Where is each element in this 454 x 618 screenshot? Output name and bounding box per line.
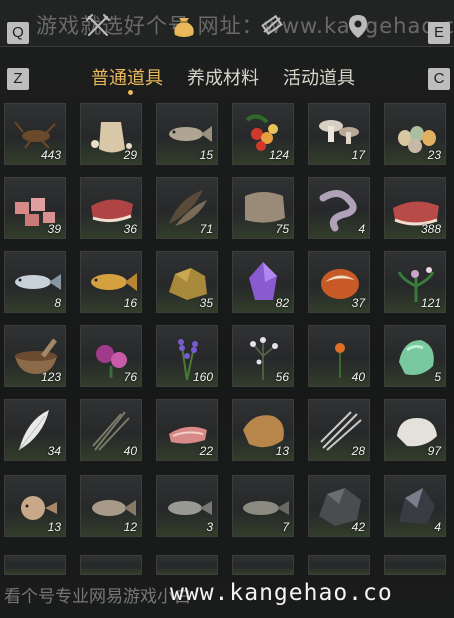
item-count: 23: [427, 148, 441, 162]
item-count: 34: [47, 444, 61, 458]
top-navigation-bar: 游戏就选好个号 网址：www.kangehao.com Q E: [0, 0, 454, 47]
inventory-slot[interactable]: 56: [232, 325, 294, 387]
tab-event-items[interactable]: 活动道具: [283, 64, 355, 90]
inventory-slot[interactable]: 15: [156, 103, 218, 165]
item-count: 388: [420, 222, 441, 236]
item-count: 4: [358, 222, 365, 236]
inventory-slot[interactable]: 12: [80, 475, 142, 537]
item-count: 15: [199, 148, 213, 162]
item-count: 8: [54, 296, 61, 310]
inventory-slot-partial[interactable]: [232, 555, 294, 575]
item-count: 42: [351, 520, 365, 534]
item-count: 22: [199, 444, 213, 458]
inventory-slot[interactable]: 17: [308, 103, 370, 165]
watermark-left-text: 看个号专业网易游戏小白: [4, 587, 191, 607]
item-count: 13: [275, 444, 289, 458]
inventory-slot[interactable]: 16: [80, 251, 142, 313]
item-count: 36: [123, 222, 137, 236]
inventory-slot-partial[interactable]: [80, 555, 142, 575]
pouch-icon[interactable]: [170, 12, 198, 40]
inventory-slot[interactable]: 3: [156, 475, 218, 537]
inventory-slot[interactable]: 8: [4, 251, 66, 313]
item-count: 7: [282, 520, 289, 534]
inventory-slot[interactable]: 4: [384, 475, 446, 537]
item-count: 3: [206, 520, 213, 534]
inventory-slot[interactable]: 13: [232, 399, 294, 461]
inventory-slot[interactable]: 123: [4, 325, 66, 387]
inventory-slot[interactable]: 42: [308, 475, 370, 537]
inventory-slot[interactable]: 443: [4, 103, 66, 165]
inventory-slot[interactable]: 124: [232, 103, 294, 165]
inventory-slot-partial[interactable]: [156, 555, 218, 575]
item-count: 123: [40, 370, 61, 384]
inventory-slot-partial[interactable]: [4, 555, 66, 575]
inventory-slot[interactable]: 22: [156, 399, 218, 461]
item-count: 121: [420, 296, 441, 310]
scroll-icon[interactable]: [258, 12, 286, 40]
item-count: 35: [199, 296, 213, 310]
inventory-slot-partial[interactable]: [384, 555, 446, 575]
inventory-slot[interactable]: 4: [308, 177, 370, 239]
tab-normal-items[interactable]: 普通道具: [91, 64, 163, 90]
item-count: 17: [351, 148, 365, 162]
inventory-slot[interactable]: 34: [4, 399, 66, 461]
key-hint-q[interactable]: Q: [7, 22, 29, 44]
inventory-slot[interactable]: 97: [384, 399, 446, 461]
inventory-slot[interactable]: 39: [4, 177, 66, 239]
inventory-slot[interactable]: 28: [308, 399, 370, 461]
item-count: 40: [351, 370, 365, 384]
item-count: 160: [192, 370, 213, 384]
inventory-slot[interactable]: 76: [80, 325, 142, 387]
inventory-slot[interactable]: 5: [384, 325, 446, 387]
item-count: 13: [47, 520, 61, 534]
inventory-slot[interactable]: 23: [384, 103, 446, 165]
inventory-slot[interactable]: 82: [232, 251, 294, 313]
item-count: 56: [275, 370, 289, 384]
item-count: 29: [123, 148, 137, 162]
item-count: 97: [427, 444, 441, 458]
inventory-slot[interactable]: 37: [308, 251, 370, 313]
item-count: 4: [434, 520, 441, 534]
item-count: 37: [351, 296, 365, 310]
item-count: 124: [268, 148, 289, 162]
item-count: 39: [47, 222, 61, 236]
inventory-slot[interactable]: 160: [156, 325, 218, 387]
inventory-slot[interactable]: 121: [384, 251, 446, 313]
inventory-slot[interactable]: 388: [384, 177, 446, 239]
bottom-watermark: 看个号专业网易游戏小白 www.kangehao.co: [0, 578, 454, 618]
tab-upgrade-materials[interactable]: 养成材料: [187, 64, 259, 90]
item-count: 16: [123, 296, 137, 310]
inventory-slot[interactable]: 40: [80, 399, 142, 461]
item-count: 5: [434, 370, 441, 384]
watermark-url-text: www.kangehao.co: [170, 580, 393, 606]
item-count: 82: [275, 296, 289, 310]
active-tab-indicator: [126, 88, 135, 97]
inventory-slot[interactable]: 71: [156, 177, 218, 239]
inventory-slot[interactable]: 35: [156, 251, 218, 313]
key-hint-e[interactable]: E: [428, 22, 450, 44]
item-count: 71: [199, 222, 213, 236]
map-pin-icon[interactable]: [344, 12, 372, 40]
item-count: 12: [123, 520, 137, 534]
item-count: 443: [40, 148, 61, 162]
inventory-slot[interactable]: 40: [308, 325, 370, 387]
inventory-slot-partial[interactable]: [308, 555, 370, 575]
inventory-slot[interactable]: 13: [4, 475, 66, 537]
item-count: 28: [351, 444, 365, 458]
inventory-slot[interactable]: 75: [232, 177, 294, 239]
swords-icon[interactable]: [84, 12, 112, 40]
item-count: 40: [123, 444, 137, 458]
item-count: 75: [275, 222, 289, 236]
category-tabs: 普通道具 养成材料 活动道具: [0, 64, 454, 97]
inventory-slot[interactable]: 36: [80, 177, 142, 239]
inventory-slot[interactable]: 29: [80, 103, 142, 165]
item-count: 76: [123, 370, 137, 384]
inventory-slot[interactable]: 7: [232, 475, 294, 537]
